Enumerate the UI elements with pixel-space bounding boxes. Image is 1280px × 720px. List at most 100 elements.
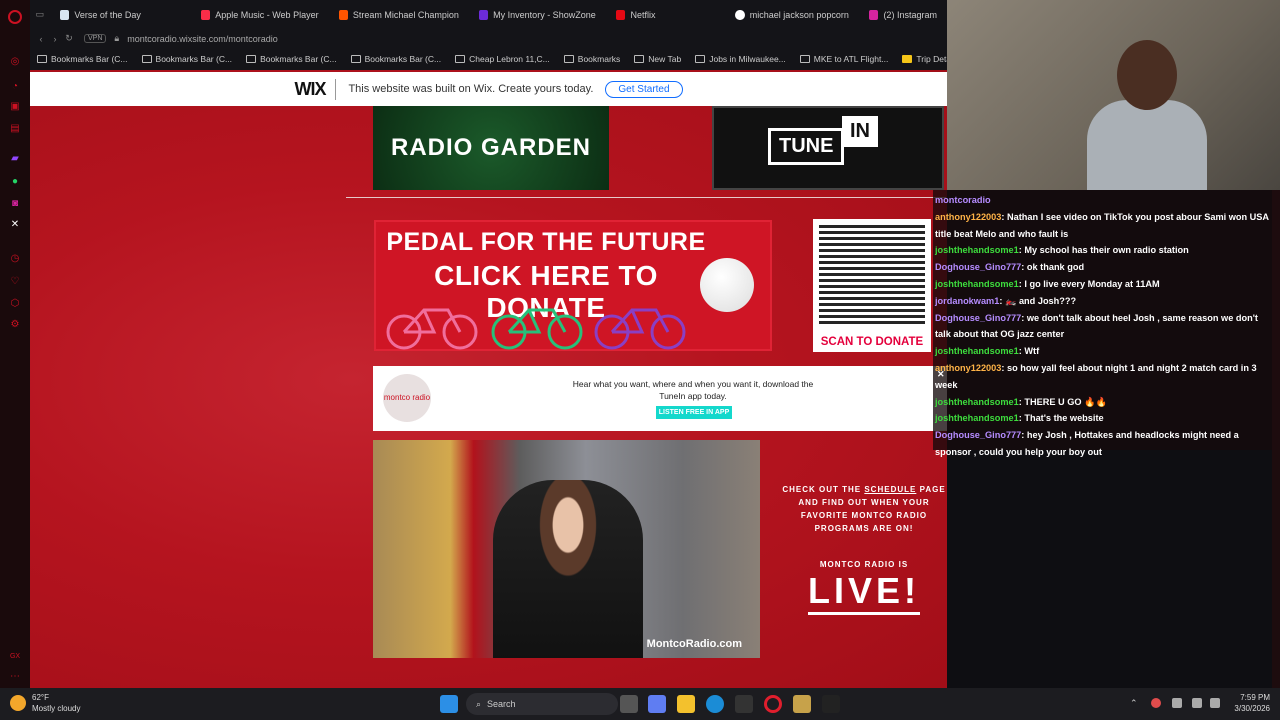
close-icon[interactable]: ✕	[937, 366, 945, 383]
qr-code[interactable]: SCAN TO DONATE	[813, 219, 931, 352]
taskbar: 62°F Mostly cloudy ⌕ Search ⌃ 7:59 PM 3/…	[0, 688, 1280, 720]
app-tray-icon[interactable]	[1151, 698, 1161, 708]
bookmark-item[interactable]: Bookmarks Bar (C...	[135, 54, 240, 64]
tab-netflix[interactable]: Netflix	[606, 0, 666, 29]
gx-icon[interactable]: GX	[8, 650, 22, 664]
radio-garden-link[interactable]: RADIO GARDEN	[373, 106, 609, 190]
weather-condition: Mostly cloudy	[32, 704, 81, 713]
display-icon[interactable]	[1192, 698, 1202, 708]
search-label: Search	[487, 699, 516, 709]
tab-menu-icon[interactable]: ▭	[30, 9, 50, 20]
reload-icon[interactable]: ↻	[62, 33, 76, 44]
bookmark-item[interactable]: Bookmarks Bar (C...	[239, 54, 344, 64]
streamer-body	[1087, 100, 1207, 190]
qr-caption: SCAN TO DONATE	[820, 336, 924, 348]
messenger-icon[interactable]: ◔	[8, 80, 22, 94]
donate-banner[interactable]: PEDAL FOR THE FUTURE CLICK HERE TO DONAT…	[374, 220, 772, 351]
tab-instagram[interactable]: (2) Instagram	[859, 0, 947, 29]
netflix-icon	[615, 9, 626, 20]
tab-stream[interactable]: Stream Michael Champion	[329, 0, 469, 29]
opera-logo-icon[interactable]	[8, 10, 22, 24]
tab-label: michael jackson popcorn	[749, 9, 849, 20]
opera-gx-icon[interactable]	[764, 695, 782, 713]
chat-username[interactable]: anthony122003	[935, 212, 1001, 222]
bookmark-label: New Tab	[648, 54, 682, 64]
bookmark-item[interactable]: Bookmarks Bar (C...	[30, 54, 135, 64]
tab-showzone[interactable]: My Inventory - ShowZone	[469, 0, 606, 29]
chat-username[interactable]: montcoradio	[935, 195, 991, 205]
settings-icon[interactable]: ⚙	[8, 318, 22, 332]
chat-message: joshthehandsome1: That's the website	[935, 410, 1274, 427]
wix-banner: WIX This website was built on Wix. Creat…	[30, 72, 947, 106]
chat-overlay: montcoradio anthony122003: Nathan I see v…	[933, 190, 1280, 457]
bookmark-item[interactable]: Bookmarks	[557, 54, 628, 64]
chat-username[interactable]: anthony122003	[935, 363, 1001, 373]
chat-username[interactable]: joshthehandsome1	[935, 397, 1019, 407]
listen-free-button[interactable]: LISTEN FREE IN APP	[656, 406, 732, 419]
app-icon[interactable]	[793, 695, 811, 713]
tab-apple-music[interactable]: Apple Music - Web Player	[191, 0, 329, 29]
schedule-link[interactable]: SCHEDULE	[864, 485, 916, 494]
bookmark-item[interactable]: Bookmarks Bar (C...	[344, 54, 449, 64]
donate-button-circle[interactable]	[700, 258, 754, 312]
chat-text: : THERE U GO 🔥🔥	[1018, 396, 1107, 407]
web-page: WIX This website was built on Wix. Creat…	[30, 70, 947, 688]
chat-message: joshthehandsome1: My school has their ow…	[935, 242, 1274, 259]
extensions-icon[interactable]: ⬡	[8, 297, 22, 311]
chat-username[interactable]: joshthehandsome1	[935, 279, 1019, 289]
file-explorer-icon[interactable]	[677, 695, 695, 713]
bookmark-item[interactable]: Cheap Lebron 11,C...	[448, 54, 557, 64]
microphone-icon[interactable]	[1172, 698, 1182, 708]
terminal-icon[interactable]	[822, 695, 840, 713]
weather-widget[interactable]: 62°F Mostly cloudy	[10, 692, 80, 714]
tab-google[interactable]: michael jackson popcorn	[725, 0, 858, 29]
chat-username[interactable]: Doghouse_Gino777	[935, 313, 1021, 323]
bookmark-item[interactable]: Jobs in Milwaukee...	[688, 54, 793, 64]
task-view-icon[interactable]	[620, 695, 638, 713]
chat-icon[interactable]: ▣	[8, 100, 22, 114]
more-icon[interactable]: ⋯	[8, 670, 22, 684]
scrollbar[interactable]	[1272, 190, 1280, 688]
instagram-icon	[868, 9, 879, 20]
heart-icon[interactable]: ♡	[8, 275, 22, 289]
tab-label: Apple Music - Web Player	[215, 9, 319, 20]
vpn-badge[interactable]: VPN	[84, 34, 107, 43]
lock-icon[interactable]: 🔒︎	[114, 33, 119, 44]
clock[interactable]: 7:59 PM 3/30/2026	[1234, 692, 1270, 714]
aria-icon[interactable]: ◎	[8, 55, 22, 69]
whatsapp-icon[interactable]: ●	[8, 175, 22, 189]
edge-icon[interactable]	[706, 695, 724, 713]
chevron-up-icon[interactable]: ⌃	[1130, 698, 1140, 708]
tab-verse-of-the-day[interactable]: Verse of the Day	[50, 0, 151, 29]
chat-username[interactable]: Doghouse_Gino777	[935, 430, 1021, 440]
page-icon	[799, 55, 810, 63]
instagram-icon[interactable]: ◙	[8, 197, 22, 211]
chat-username[interactable]: Doghouse_Gino777	[935, 262, 1021, 272]
get-started-button[interactable]: Get Started	[605, 80, 683, 98]
chat-username[interactable]: joshthehandsome1	[935, 413, 1019, 423]
chat-message: anthony122003: so how yall feel about ni…	[935, 360, 1274, 394]
taskbar-search[interactable]: ⌕ Search	[466, 693, 618, 715]
wix-logo[interactable]: WIX	[294, 78, 337, 100]
twitch-icon[interactable]: ▰	[8, 152, 22, 166]
start-button-icon[interactable]	[440, 695, 458, 713]
chat-username[interactable]: jordanokwam1	[935, 296, 999, 306]
news-icon[interactable]: ▤	[8, 122, 22, 136]
x-icon[interactable]: ✕	[8, 218, 22, 232]
store-icon[interactable]	[735, 695, 753, 713]
browser-sidebar: ◎ ◔ ▣ ▤ ▰ ● ◙ ✕ ◷ ♡ ⬡ ⚙ GX ⋯	[0, 0, 30, 688]
bookmark-item[interactable]: New Tab	[627, 54, 688, 64]
temperature: 62°F	[32, 693, 49, 702]
chat-username[interactable]: joshthehandsome1	[935, 245, 1019, 255]
back-icon[interactable]: ‹	[34, 34, 48, 44]
copilot-icon[interactable]	[648, 695, 666, 713]
forward-icon[interactable]: ›	[48, 34, 62, 44]
tunein-word-1: TUNE	[768, 128, 845, 165]
url-field[interactable]: montcoradio.wixsite.com/montcoradio	[127, 34, 278, 44]
history-icon[interactable]: ◷	[8, 252, 22, 266]
bookmark-item[interactable]: MKE to ATL Flight...	[793, 54, 896, 64]
chat-username[interactable]: joshthehandsome1	[935, 346, 1019, 356]
volume-icon[interactable]	[1210, 698, 1220, 708]
tunein-link[interactable]: TUNE IN	[712, 106, 944, 190]
folder-icon	[246, 55, 257, 63]
